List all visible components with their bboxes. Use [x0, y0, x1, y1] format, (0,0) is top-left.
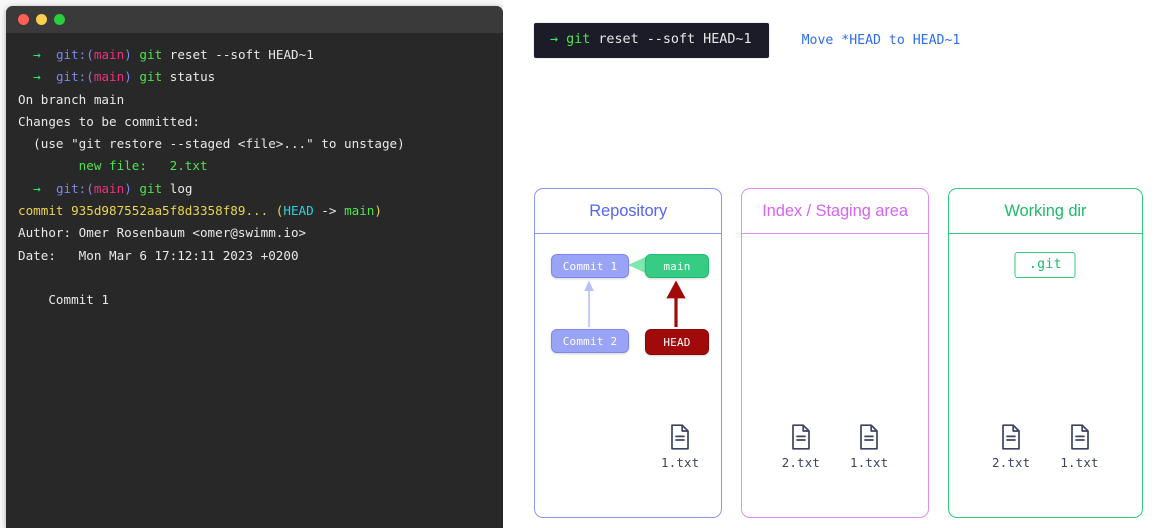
- close-button[interactable]: [18, 14, 29, 25]
- panel-index-title: Index / Staging area: [742, 189, 928, 234]
- terminal-line-10: [18, 267, 503, 289]
- commit-graph: Commit 1 Commit 2 main HEAD: [535, 234, 721, 374]
- terminal-line-6: → git:(main) git log: [33, 180, 193, 196]
- panel-index: Index / Staging area 2.txt 1.txt: [741, 188, 929, 518]
- terminal-window: → git:(main) git reset --soft HEAD~1 → g…: [6, 6, 503, 528]
- file-icon: [858, 424, 880, 450]
- node-head[interactable]: HEAD: [645, 329, 709, 355]
- file-label: 1.txt: [850, 455, 889, 470]
- command-banner-args: reset --soft HEAD~1: [590, 32, 752, 47]
- terminal-line-1: → git:(main) git status: [33, 69, 216, 85]
- minimize-button[interactable]: [36, 14, 47, 25]
- node-commit-1[interactable]: Commit 1: [551, 254, 629, 278]
- panel-index-body: 2.txt 1.txt: [742, 234, 927, 517]
- node-commit-2[interactable]: Commit 2: [551, 329, 629, 353]
- file-item[interactable]: 1.txt: [1060, 424, 1098, 470]
- index-files: 2.txt 1.txt: [742, 424, 927, 470]
- git-folder-box[interactable]: .git: [1014, 252, 1076, 278]
- file-label: 1.txt: [661, 455, 700, 470]
- terminal-line-8: Author: Omer Rosenbaum <omer@swimm.io>: [18, 225, 307, 241]
- terminal-line-7: commit 935d987552aa5f8d3358f89... (HEAD …: [18, 203, 382, 219]
- file-label: 2.txt: [781, 455, 821, 470]
- file-icon: [790, 424, 812, 450]
- file-icon: [1000, 424, 1022, 450]
- file-label: 1.txt: [1060, 455, 1099, 470]
- panel-working-dir-body: .git 2.txt 1.txt: [949, 234, 1142, 517]
- panel-working-dir: Working dir .git 2.txt 1.txt: [947, 188, 1143, 518]
- terminal-line-4: (use "git restore --staged <file>..." to…: [18, 136, 405, 152]
- terminal-line-3: Changes to be committed:: [18, 113, 200, 129]
- working-dir-files: 2.txt 1.txt: [949, 424, 1142, 470]
- command-banner: → git reset --soft HEAD~1: [534, 23, 769, 58]
- panel-repository-title: Repository: [535, 189, 722, 234]
- terminal-titlebar: [6, 6, 503, 33]
- panel-repository-body: Commit 1 Commit 2 main HEAD 1.txt: [535, 234, 721, 517]
- file-item[interactable]: 2.txt: [782, 424, 820, 470]
- panel-working-dir-title: Working dir: [948, 189, 1142, 234]
- file-item[interactable]: 2.txt: [992, 424, 1030, 470]
- repository-files: 1.txt: [535, 424, 721, 470]
- panel-repository: Repository Commit 1 Commit 2 main HEAD 1…: [534, 188, 723, 518]
- file-label: 2.txt: [992, 455, 1031, 470]
- terminal-line-9: Date: Mon Mar 6 17:12:11 2023 +0200: [18, 247, 299, 263]
- terminal-output[interactable]: → git:(main) git reset --soft HEAD~1 → g…: [6, 33, 503, 312]
- prompt-arrow-icon: →: [550, 32, 559, 47]
- terminal-line-0: → git:(main) git reset --soft HEAD~1: [33, 47, 314, 62]
- file-item[interactable]: 1.txt: [661, 424, 699, 470]
- terminal-line-2: On branch main: [18, 91, 125, 107]
- command-banner-note: Move *HEAD to HEAD~1: [801, 33, 961, 48]
- file-icon: [1069, 424, 1091, 450]
- node-branch-main[interactable]: main: [645, 254, 709, 278]
- maximize-button[interactable]: [54, 14, 65, 25]
- command-banner-row: → git reset --soft HEAD~1 Move *HEAD to …: [534, 23, 960, 58]
- git-areas: Repository Commit 1 Commit 2 main HEAD 1…: [534, 188, 1143, 518]
- file-item[interactable]: 1.txt: [850, 424, 888, 470]
- terminal-line-5: new file: 2.txt: [18, 158, 208, 174]
- command-banner-cmd: git: [566, 32, 591, 47]
- diagram-pane: → git reset --soft HEAD~1 Move *HEAD to …: [503, 0, 1155, 528]
- file-icon: [669, 424, 691, 450]
- terminal-line-11: Commit 1: [18, 292, 109, 308]
